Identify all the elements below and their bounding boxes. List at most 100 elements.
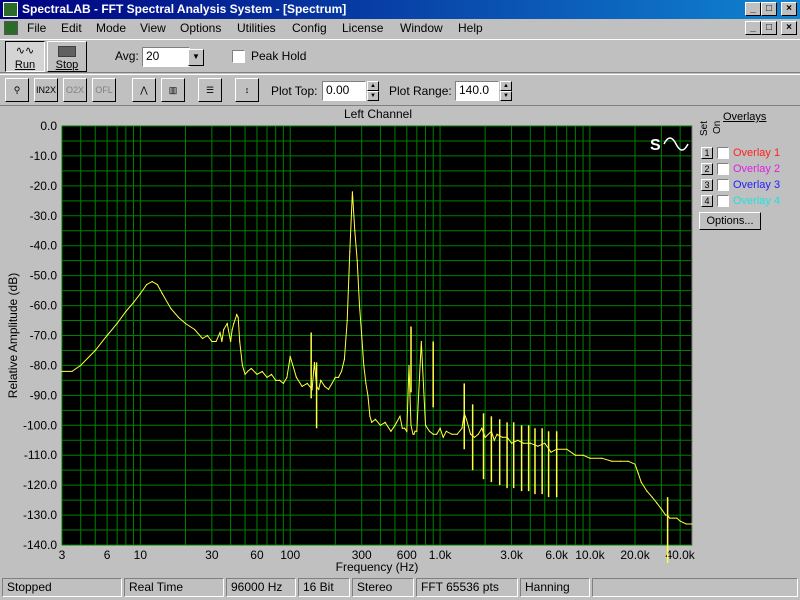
- series-point: [496, 433, 498, 435]
- series-point: [282, 382, 284, 384]
- autoscale-icon[interactable]: ↕: [235, 78, 259, 102]
- y-tick-label: -40.0: [30, 239, 58, 253]
- series-point: [201, 337, 204, 340]
- series-point: [399, 415, 401, 417]
- series-point: [510, 442, 513, 444]
- menu-config[interactable]: Config: [292, 21, 327, 35]
- plot-range-up-button[interactable]: ▲: [500, 81, 512, 91]
- child-close-button[interactable]: ×: [781, 21, 797, 35]
- series-point: [477, 433, 479, 435]
- zoom-icon[interactable]: ⚲: [5, 78, 29, 102]
- series-point: [529, 442, 531, 444]
- series-point: [637, 472, 639, 474]
- control-toolbar: ∿∿ Run Stop Avg: 20 ▼ Peak Hold: [0, 39, 800, 73]
- series-point: [256, 373, 258, 376]
- document-icon[interactable]: [4, 21, 18, 35]
- menu-view[interactable]: View: [140, 21, 166, 35]
- stop-button[interactable]: Stop: [47, 41, 87, 72]
- chart-title: Left Channel: [344, 107, 412, 121]
- y-tick-label: -100.0: [23, 418, 57, 432]
- overlay-3-checkbox[interactable]: [717, 179, 729, 191]
- overlay-1-checkbox[interactable]: [717, 147, 729, 159]
- plot-range-down-button[interactable]: ▼: [500, 91, 512, 101]
- overlays-title: Overlays: [723, 111, 767, 123]
- menu-help[interactable]: Help: [458, 21, 483, 35]
- menu-license[interactable]: License: [342, 21, 383, 35]
- series-point: [170, 307, 172, 310]
- plot-top-label: Plot Top:: [271, 84, 318, 98]
- series-point: [295, 376, 298, 378]
- peak-hold-label: Peak Hold: [251, 49, 307, 63]
- overlay-4-checkbox[interactable]: [717, 195, 729, 207]
- bar-plot-icon[interactable]: ▥: [161, 78, 185, 102]
- overlay-1-set-button[interactable]: 1: [701, 147, 713, 159]
- menu-window[interactable]: Window: [400, 21, 443, 35]
- x-tick-label: 10: [134, 548, 148, 562]
- window-title: SpectraLAB - FFT Spectral Analysis Syste…: [22, 2, 347, 16]
- series-point: [408, 364, 410, 367]
- plot-top-up-button[interactable]: ▲: [367, 81, 379, 91]
- overlay-2-checkbox[interactable]: [717, 163, 729, 175]
- line-plot-icon[interactable]: ⋀: [132, 78, 156, 102]
- overlay-3-set-button[interactable]: 3: [701, 179, 713, 191]
- menu-file[interactable]: File: [27, 21, 46, 35]
- series-point: [156, 284, 159, 286]
- zoom-in-2x-icon[interactable]: IN2X: [34, 78, 58, 102]
- series-point: [384, 421, 386, 423]
- plot-range-label: Plot Range:: [389, 84, 452, 98]
- plot-top-down-button[interactable]: ▼: [367, 91, 379, 101]
- status-empty: [592, 578, 798, 597]
- child-minimize-button[interactable]: _: [745, 21, 761, 35]
- series-point: [424, 424, 427, 426]
- minimize-button[interactable]: _: [745, 2, 761, 16]
- avg-select[interactable]: 20: [142, 47, 190, 67]
- series-point: [327, 388, 330, 390]
- series-point: [410, 424, 412, 426]
- series-point: [484, 436, 486, 438]
- zoom-out-full-icon[interactable]: OFL: [92, 78, 116, 102]
- overlay-4-label: Overlay 4: [733, 195, 781, 207]
- run-button[interactable]: ∿∿ Run: [5, 41, 45, 72]
- y-tick-label: -110.0: [24, 448, 57, 462]
- peak-hold-checkbox[interactable]: [232, 50, 245, 63]
- series-point: [365, 382, 367, 384]
- menu-utilities[interactable]: Utilities: [237, 21, 276, 35]
- series-point: [71, 370, 73, 373]
- series-point: [456, 433, 458, 435]
- overlay-options-button[interactable]: Options...: [699, 212, 761, 230]
- table-view-icon[interactable]: ☰: [198, 78, 222, 102]
- series-point: [337, 376, 340, 378]
- child-restore-button[interactable]: □: [761, 21, 777, 35]
- overlay-4-set-button[interactable]: 4: [701, 195, 713, 207]
- app-icon[interactable]: [3, 2, 18, 17]
- series-point: [334, 376, 336, 378]
- series-point: [94, 349, 96, 352]
- series-point: [106, 334, 108, 337]
- menu-mode[interactable]: Mode: [96, 21, 126, 35]
- series-point: [367, 394, 369, 396]
- series-point: [436, 433, 438, 435]
- x-tick-label: 60: [250, 548, 264, 562]
- overlay-2-set-button[interactable]: 2: [701, 163, 713, 175]
- series-point: [574, 454, 576, 456]
- series-point: [331, 382, 333, 384]
- x-tick-label: 1.0k: [429, 548, 453, 562]
- series-point: [132, 301, 135, 304]
- series-point: [215, 340, 217, 343]
- avg-dropdown-button[interactable]: ▼: [188, 49, 204, 66]
- series-point: [589, 457, 591, 459]
- menu-options[interactable]: Options: [180, 21, 221, 35]
- zoom-out-2x-icon[interactable]: O2X: [63, 78, 87, 102]
- series-point: [470, 433, 472, 435]
- close-button[interactable]: ×: [781, 2, 797, 16]
- series-point: [394, 424, 396, 426]
- menu-bar: File Edit Mode View Options Utilities Co…: [0, 19, 800, 38]
- series-point: [340, 370, 343, 373]
- x-tick-label: 3: [59, 548, 66, 562]
- plot-range-input[interactable]: 140.0: [455, 81, 499, 101]
- spectrum-chart[interactable]: Left Channel 0.0 -10.0 -20.0 -30.0 -40.0 -50.…: [0, 107, 697, 577]
- series-point: [428, 430, 431, 432]
- plot-top-input[interactable]: 0.00: [322, 81, 366, 101]
- menu-edit[interactable]: Edit: [61, 21, 82, 35]
- maximize-button[interactable]: □: [761, 2, 777, 16]
